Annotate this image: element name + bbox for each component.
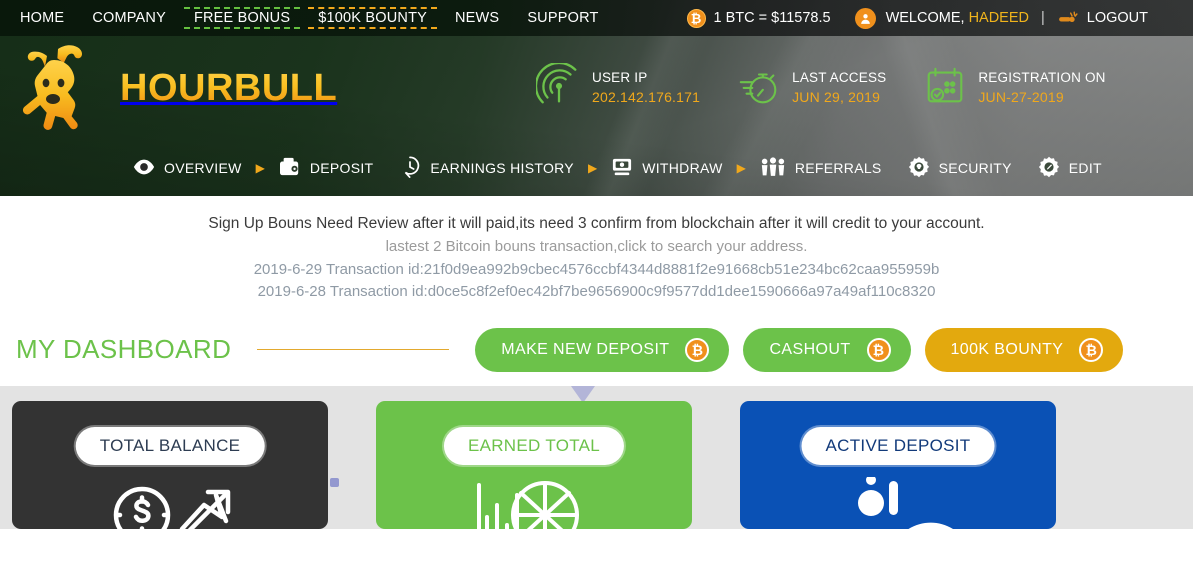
title-divider xyxy=(257,349,450,350)
stopwatch-icon xyxy=(736,63,782,114)
card-label: TOTAL BALANCE xyxy=(77,428,263,463)
info-value: 202.142.176.171 xyxy=(592,88,701,105)
info-text-block: USER IP 202.142.176.171 xyxy=(592,69,700,106)
card-label: EARNED TOTAL xyxy=(445,428,623,463)
100k-bounty-button[interactable]: 100K BOUNTY ₿ xyxy=(924,327,1124,372)
announcement-line-2: lastest 2 Bitcoin bouns transaction,clic… xyxy=(385,238,808,256)
topnav-item-free-bonus[interactable]: FREE BONUS xyxy=(183,7,301,29)
cashout-button[interactable]: CASHOUT ₿ xyxy=(743,327,911,372)
people-group-icon xyxy=(760,156,786,180)
stat-cards-area: TOTAL BALANCE EARNED TOTAL ACTIVE DEPOSI… xyxy=(0,385,1193,529)
topnav-item-support[interactable]: SUPPORT xyxy=(517,7,608,29)
decorative-dot xyxy=(330,478,339,487)
info-label: USER IP xyxy=(592,70,648,86)
nav-item-label: EDIT xyxy=(1068,160,1102,176)
radar-signal-icon xyxy=(534,61,582,114)
dashboard-header-row: MY DASHBOARD MAKE NEW DEPOSIT ₿ CASHOUT … xyxy=(0,313,1193,386)
top-navigation: HOME COMPANY FREE BONUS $100K BOUNTY NEW… xyxy=(0,7,617,29)
gear-shield-icon xyxy=(908,156,930,181)
bitcoin-icon: ₿ xyxy=(685,337,710,362)
button-label: MAKE NEW DEPOSIT xyxy=(501,340,670,358)
nav-item-label: OVERVIEW xyxy=(164,160,242,176)
info-last-access: LAST ACCESS JUN 29, 2019 xyxy=(736,63,886,114)
top-bar: HOME COMPANY FREE BONUS $100K BOUNTY NEW… xyxy=(0,0,1193,36)
welcome-text: WELCOME, HADEED xyxy=(886,10,1029,26)
nav-item-deposit[interactable]: DEPOSIT xyxy=(279,157,374,180)
eye-icon xyxy=(133,159,155,178)
topnav-item-news[interactable]: NEWS xyxy=(445,7,509,29)
button-label: 100K BOUNTY xyxy=(950,340,1064,358)
topnav-item-home[interactable]: HOME xyxy=(10,7,74,29)
page-title: MY DASHBOARD xyxy=(16,334,232,364)
username-label: HADEED xyxy=(968,10,1029,26)
site-header: HOME COMPANY FREE BONUS $100K BOUNTY NEW… xyxy=(0,0,1193,196)
welcome-prefix: WELCOME, xyxy=(885,10,965,26)
info-value: JUN 29, 2019 xyxy=(792,88,881,105)
nav-item-withdraw[interactable]: WITHDRAW xyxy=(611,157,722,180)
make-new-deposit-button[interactable]: MAKE NEW DEPOSIT ₿ xyxy=(475,327,730,372)
gear-edit-icon xyxy=(1038,156,1060,181)
info-text-block: LAST ACCESS JUN 29, 2019 xyxy=(792,69,886,106)
nav-item-security[interactable]: SECURITY xyxy=(908,156,1012,181)
info-label: REGISTRATION ON xyxy=(978,70,1106,86)
wallet-icon xyxy=(279,157,301,180)
info-user-ip: USER IP 202.142.176.171 xyxy=(534,61,700,114)
nav-item-overview[interactable]: OVERVIEW xyxy=(133,159,242,178)
topnav-item-100k-bounty[interactable]: $100K BOUNTY xyxy=(308,7,437,29)
stat-card-total-balance[interactable]: TOTAL BALANCE xyxy=(12,400,328,529)
brand-info-row: HOURBULL USER IP 202.142.176.171 LAST AC… xyxy=(0,36,1193,140)
nav-item-referrals[interactable]: REFERRALS xyxy=(760,156,882,180)
pointer-triangle-icon xyxy=(571,385,595,403)
announcement-block: Sign Up Bouns Need Review after it will … xyxy=(0,196,1193,314)
brand-name: HOURBULL xyxy=(120,66,338,109)
nav-separator-icon: ▶ xyxy=(736,161,746,175)
stat-cards: TOTAL BALANCE EARNED TOTAL ACTIVE DEPOSI… xyxy=(0,386,1193,529)
atm-cash-icon xyxy=(611,157,633,180)
bitcoin-icon: ₿ xyxy=(866,337,891,362)
nav-item-label: EARNINGS HISTORY xyxy=(430,160,574,176)
calendar-check-icon xyxy=(922,63,968,114)
nav-item-label: DEPOSIT xyxy=(309,160,374,176)
button-label: CASHOUT xyxy=(769,340,851,358)
stat-card-active-deposit[interactable]: ACTIVE DEPOSIT xyxy=(740,400,1056,529)
nav-item-label: REFERRALS xyxy=(794,160,882,176)
coin-stack-icon xyxy=(833,474,963,529)
nav-item-edit[interactable]: EDIT xyxy=(1038,156,1102,181)
info-text-block: REGISTRATION ON JUN-27-2019 xyxy=(978,69,1105,106)
nav-separator-icon: ▶ xyxy=(255,161,265,175)
logout-button[interactable]: LOGOUT xyxy=(1087,10,1148,26)
nav-item-earnings-history[interactable]: EARNINGS HISTORY xyxy=(399,156,574,181)
topnav-item-company[interactable]: COMPANY xyxy=(82,7,176,29)
info-value: JUN-27-2019 xyxy=(978,88,1064,105)
bitcoin-icon: ₿ xyxy=(686,8,706,28)
user-icon xyxy=(854,7,876,29)
bar-chart-globe-icon xyxy=(459,477,609,529)
announcement-line-1: Sign Up Bouns Need Review after it will … xyxy=(208,215,985,232)
site-logo[interactable]: HOURBULL xyxy=(0,40,340,136)
nav-item-label: SECURITY xyxy=(938,160,1012,176)
card-label: ACTIVE DEPOSIT xyxy=(803,428,993,463)
clock-pin-icon xyxy=(399,156,421,181)
info-registration-on: REGISTRATION ON JUN-27-2019 xyxy=(922,63,1105,114)
transaction-line-1[interactable]: 2019-6-29 Transaction id:21f0d9ea992b9cb… xyxy=(0,259,1193,282)
header-info-panels: USER IP 202.142.176.171 LAST ACCESS JUN … xyxy=(534,61,1106,114)
nav-separator-icon: ▶ xyxy=(587,161,598,175)
bull-logo-icon xyxy=(6,40,114,136)
transaction-line-2[interactable]: 2019-6-28 Transaction id:d0ce5c8f2ef0ec4… xyxy=(0,281,1193,304)
divider: | xyxy=(1041,10,1045,26)
btc-price-label: 1 BTC = $11578.5 xyxy=(713,10,831,26)
top-bar-user-area: ₿ 1 BTC = $11578.5 WELCOME, HADEED | LOG… xyxy=(686,7,1148,29)
stat-card-earned-total[interactable]: EARNED TOTAL xyxy=(376,400,692,529)
dashboard-action-buttons: MAKE NEW DEPOSIT ₿ CASHOUT ₿ 100K BOUNTY… xyxy=(475,327,1124,372)
logout-key-icon xyxy=(1057,10,1079,26)
main-navigation: OVERVIEW ▶ DEPOSIT EARNINGS HISTORY ▶ WI… xyxy=(0,140,1193,196)
info-label: LAST ACCESS xyxy=(792,70,887,86)
bitcoin-icon: ₿ xyxy=(1079,337,1104,362)
dollar-growth-icon xyxy=(104,477,236,529)
nav-item-label: WITHDRAW xyxy=(642,160,723,176)
